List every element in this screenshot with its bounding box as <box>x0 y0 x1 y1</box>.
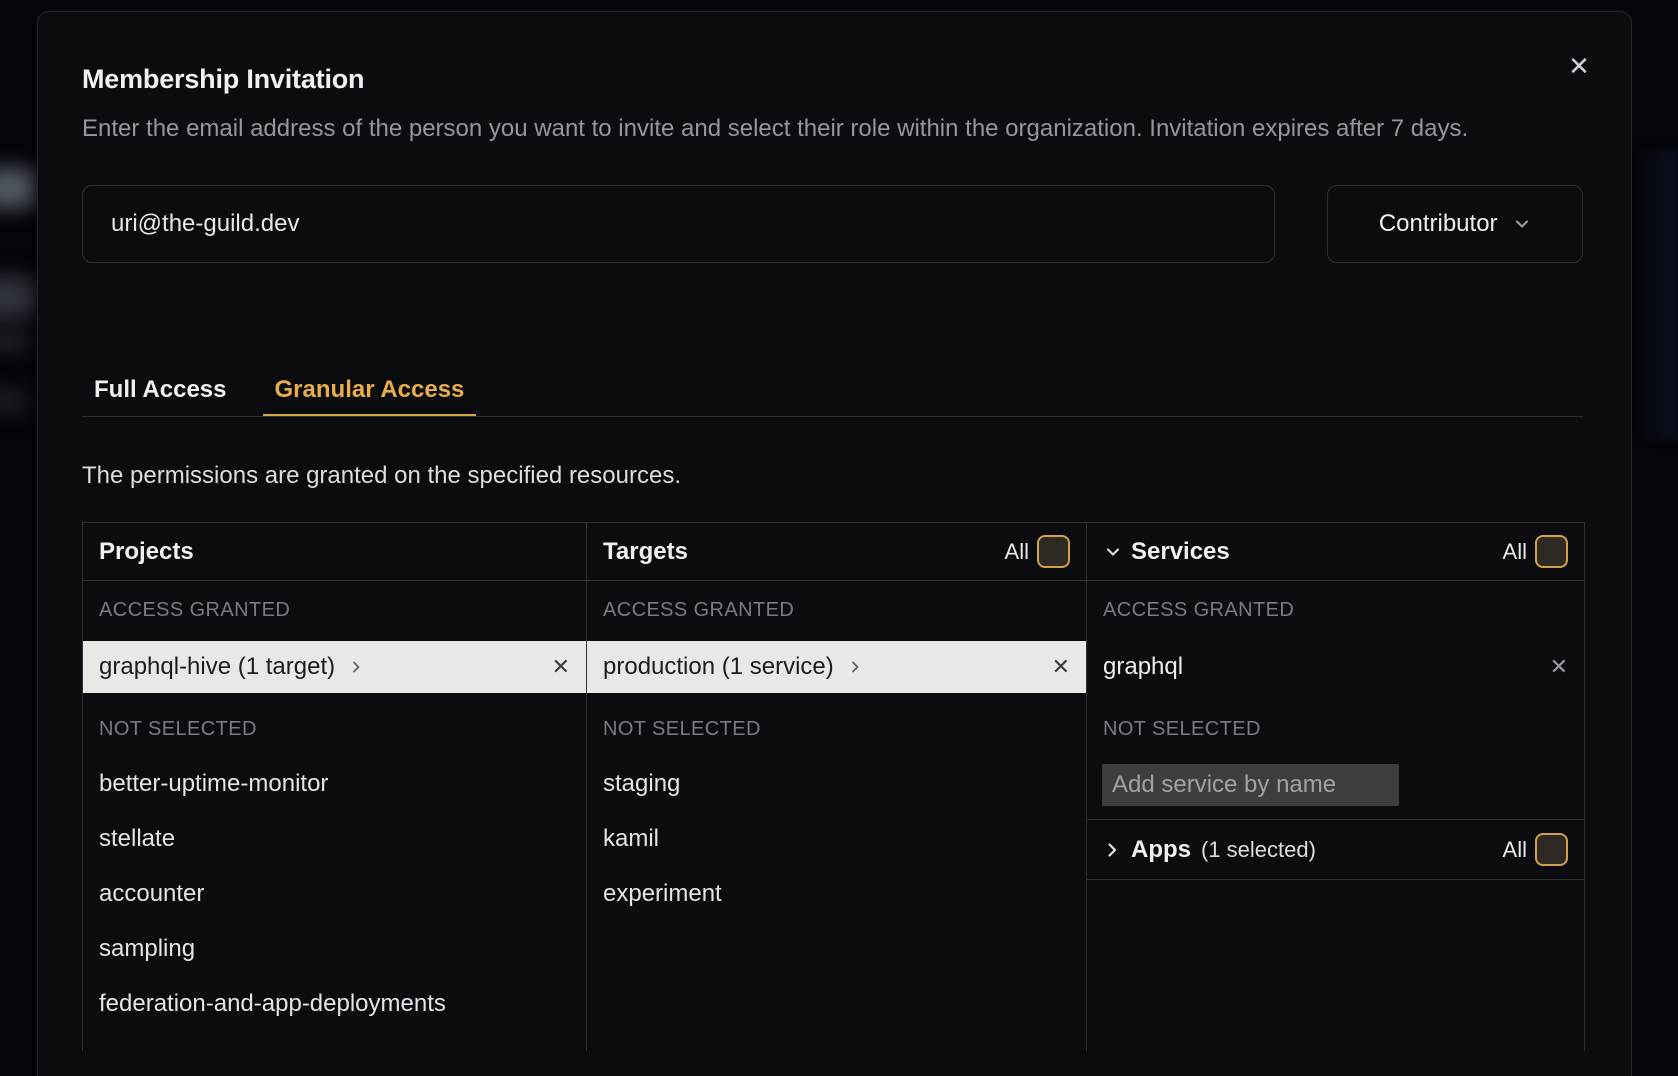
apps-label: Apps <box>1131 836 1191 864</box>
targets-access-granted-label: ACCESS GRANTED <box>603 595 1070 625</box>
remove-icon[interactable]: ✕ <box>552 656 570 678</box>
list-item[interactable]: federation-and-app-deployments <box>83 976 586 1031</box>
list-item-label: experiment <box>603 880 722 908</box>
add-service-input[interactable] <box>1102 764 1399 806</box>
projects-access-granted-label: ACCESS GRANTED <box>99 595 570 625</box>
projects-column-header: Projects <box>83 523 587 581</box>
projects-not-selected-list: better-uptime-monitor stellate accounter… <box>83 756 586 1031</box>
tab-full-access[interactable]: Full Access <box>82 369 239 416</box>
role-select-value: Contributor <box>1379 210 1498 238</box>
list-item[interactable]: experiment <box>587 866 1086 921</box>
permissions-note: The permissions are granted on the speci… <box>82 456 1583 495</box>
chevron-down-icon <box>1103 542 1123 562</box>
list-item-label: better-uptime-monitor <box>99 770 328 798</box>
background-blur-artifact <box>0 330 30 352</box>
targets-column: ACCESS GRANTED production (1 service) ✕ … <box>587 581 1087 1051</box>
list-item-label: federation-and-app-deployments <box>99 990 446 1018</box>
services-not-selected-label: NOT SELECTED <box>1103 714 1568 744</box>
background-blur-artifact <box>1634 150 1678 440</box>
chevron-right-icon <box>349 660 363 674</box>
service-row-graphql[interactable]: graphql ✕ <box>1087 641 1584 693</box>
table-body: ACCESS GRANTED graphql-hive (1 target) ✕… <box>83 581 1584 1051</box>
services-section: ACCESS GRANTED graphql ✕ NOT SELECTED <box>1087 581 1584 820</box>
background-blur-artifact <box>0 388 30 414</box>
targets-not-selected-list: staging kamil experiment <box>587 756 1086 921</box>
services-access-granted-label: ACCESS GRANTED <box>1103 595 1568 625</box>
resources-table: Projects Targets All Services All <box>82 522 1585 1051</box>
services-all-group: All <box>1503 535 1568 568</box>
close-icon[interactable]: ✕ <box>1563 50 1595 82</box>
apps-all-label: All <box>1503 837 1527 863</box>
dialog-title: Membership Invitation <box>82 59 1583 99</box>
list-item-label: kamil <box>603 825 659 853</box>
chevron-right-icon <box>848 660 862 674</box>
projects-column: ACCESS GRANTED graphql-hive (1 target) ✕… <box>83 581 587 1051</box>
background-blur-artifact <box>0 168 34 208</box>
remove-icon[interactable]: ✕ <box>1550 656 1568 678</box>
project-row-label: graphql-hive (1 target) <box>99 653 335 681</box>
services-all-label: All <box>1503 539 1527 565</box>
list-item[interactable]: stellate <box>83 811 586 866</box>
apps-selected-count: (1 selected) <box>1201 837 1316 863</box>
dialog-description: Enter the email address of the person yo… <box>82 109 1583 148</box>
remove-icon[interactable]: ✕ <box>1052 656 1070 678</box>
apps-all-group: All <box>1503 833 1568 866</box>
list-item[interactable]: better-uptime-monitor <box>83 756 586 811</box>
chevron-right-icon <box>1103 841 1121 859</box>
projects-header-label: Projects <box>99 538 194 566</box>
targets-all-label: All <box>1005 539 1029 565</box>
list-item[interactable]: sampling <box>83 921 586 976</box>
targets-header-label: Targets <box>603 538 688 566</box>
list-item-label: staging <box>603 770 680 798</box>
list-item-label: accounter <box>99 880 204 908</box>
list-item-label: sampling <box>99 935 195 963</box>
invite-row: Contributor <box>82 185 1583 263</box>
list-item[interactable]: kamil <box>587 811 1086 866</box>
access-tabs: Full Access Granular Access <box>82 369 1583 417</box>
list-item[interactable]: staging <box>587 756 1086 811</box>
membership-invitation-dialog: ✕ Membership Invitation Enter the email … <box>37 11 1632 1076</box>
target-row-label: production (1 service) <box>603 653 834 681</box>
services-empty-area <box>1087 880 1584 1051</box>
tab-granular-access[interactable]: Granular Access <box>263 369 477 416</box>
services-column: ACCESS GRANTED graphql ✕ NOT SELECTED Ap… <box>1087 581 1584 1051</box>
background-blur-artifact <box>0 276 34 318</box>
table-header-row: Projects Targets All Services All <box>83 523 1584 581</box>
email-input[interactable] <box>82 185 1275 263</box>
chevron-down-icon <box>1512 214 1532 234</box>
services-all-checkbox[interactable] <box>1535 535 1568 568</box>
projects-not-selected-label: NOT SELECTED <box>99 714 570 744</box>
services-column-header[interactable]: Services All <box>1087 523 1584 581</box>
target-row-production[interactable]: production (1 service) ✕ <box>587 641 1086 693</box>
apps-all-checkbox[interactable] <box>1535 833 1568 866</box>
role-select[interactable]: Contributor <box>1327 185 1583 263</box>
targets-all-group: All <box>1005 535 1070 568</box>
services-header-label: Services <box>1131 538 1230 566</box>
list-item-label: stellate <box>99 825 175 853</box>
targets-not-selected-label: NOT SELECTED <box>603 714 1070 744</box>
service-row-label: graphql <box>1103 653 1183 681</box>
apps-row[interactable]: Apps (1 selected) All <box>1087 820 1584 880</box>
list-item[interactable]: accounter <box>83 866 586 921</box>
targets-column-header: Targets All <box>587 523 1087 581</box>
project-row-graphql-hive[interactable]: graphql-hive (1 target) ✕ <box>83 641 586 693</box>
targets-all-checkbox[interactable] <box>1037 535 1070 568</box>
